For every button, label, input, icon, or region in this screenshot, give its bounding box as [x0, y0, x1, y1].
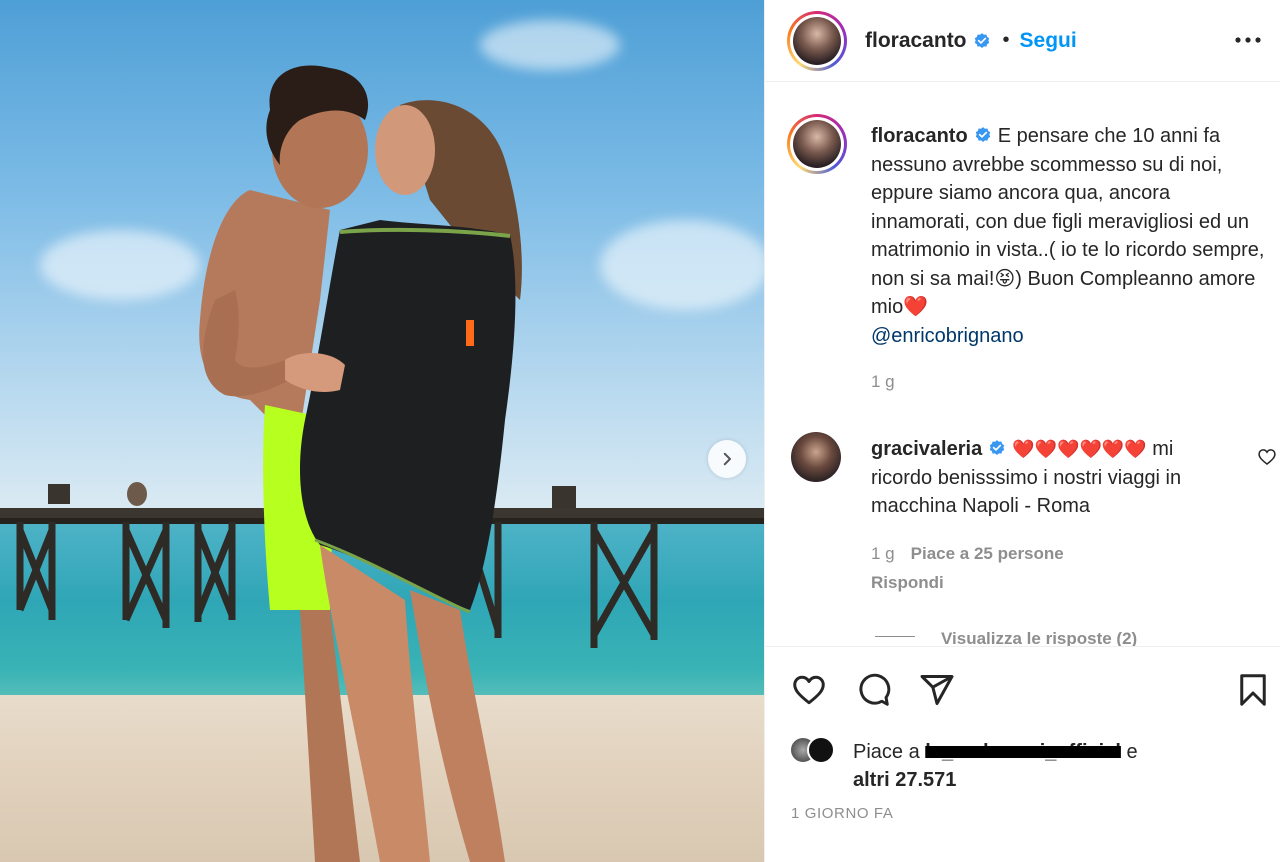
follow-button[interactable]: Segui [1020, 29, 1077, 53]
comment-text-block: gracivaleria ❤️❤️❤️❤️❤️❤️ mi ricordo beni… [871, 435, 1191, 521]
beach-scene [0, 65, 764, 862]
caption-username[interactable]: floracanto [871, 125, 968, 147]
likes-text: Piace a le_andreozzi_official e altri 27.… [853, 738, 1253, 794]
comment-username[interactable]: gracivaleria [871, 438, 982, 460]
bookmark-icon[interactable] [1235, 672, 1271, 708]
actions-divider [765, 646, 1280, 647]
caption-age: 1 g [871, 372, 895, 391]
more-options-icon[interactable] [1233, 30, 1263, 50]
post-date[interactable]: 1 GIORNO FA [791, 805, 893, 822]
share-icon[interactable] [919, 672, 955, 708]
comment-age: 1 g [871, 544, 895, 563]
post-header: floracanto • Segui [765, 0, 1280, 82]
caption-avatar[interactable] [787, 114, 847, 174]
verified-badge-icon [990, 440, 1005, 455]
likes-suffix: e [1120, 741, 1138, 763]
comment-avatar[interactable] [791, 432, 841, 482]
caption-text: E pensare che 10 anni fa nessuno avrebbe… [871, 125, 1265, 318]
comment-hearts: ❤️❤️❤️❤️❤️❤️ [1012, 439, 1147, 459]
likes-prefix: Piace a [853, 741, 926, 763]
liker-username[interactable]: le_andreozzi_official [925, 741, 1121, 763]
likes-others[interactable]: altri 27.571 [853, 769, 956, 791]
view-replies-label: Visualizza le risposte (2) [941, 629, 1138, 646]
post-side-panel: floracanto • Segui floracanto E pensare c… [764, 0, 1280, 862]
heart-icon[interactable] [791, 672, 827, 708]
view-replies-button[interactable]: Visualizza le risposte (2) [875, 626, 1195, 646]
comment-like-heart-icon[interactable] [1257, 447, 1277, 467]
header-username[interactable]: floracanto [865, 29, 967, 53]
liker-avatar[interactable] [807, 736, 835, 764]
account-avatar[interactable] [787, 10, 847, 71]
header-account: floracanto • Segui [865, 29, 1077, 53]
reply-button[interactable]: Rispondi [871, 573, 944, 593]
view-replies-line [875, 636, 915, 637]
chevron-right-icon [723, 452, 731, 466]
comment-likes[interactable]: Piace a 25 persone [911, 544, 1064, 563]
comment-icon[interactable] [855, 672, 891, 708]
verified-badge-icon [974, 32, 989, 48]
comment-meta: 1 g Piace a 25 persone [871, 544, 1064, 564]
next-photo-button[interactable] [708, 440, 746, 478]
caption-text-block: floracanto E pensare che 10 anni fa nessu… [871, 122, 1271, 350]
caption-mention-link[interactable]: @enricobrignano [871, 325, 1024, 347]
post-photo[interactable] [0, 0, 764, 862]
header-separator: • [1002, 29, 1010, 51]
verified-badge-icon [975, 127, 990, 142]
